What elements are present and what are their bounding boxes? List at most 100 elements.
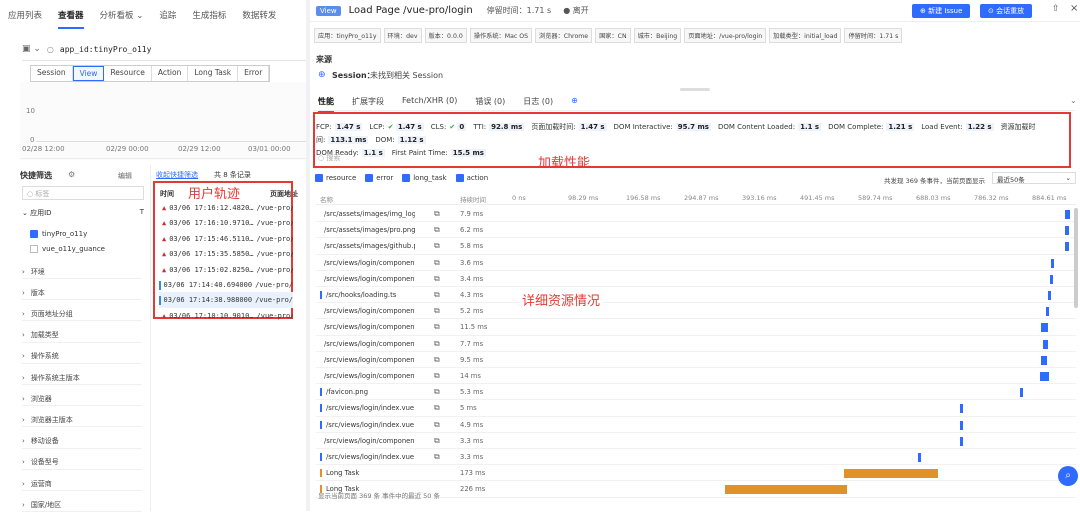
session-replay-button[interactable]: ⊙ 会话重放 — [980, 4, 1033, 18]
resource-row[interactable]: /src/views/login/index.vue ⧉ 3.3 ms — [316, 449, 1076, 466]
app-option[interactable]: vue_o11y_guance — [30, 245, 105, 253]
share-icon[interactable]: ⇧ — [1052, 4, 1060, 14]
checkbox-checked-icon[interactable] — [30, 230, 38, 238]
panel-divider[interactable] — [306, 0, 310, 511]
filter-group[interactable]: › 浏览器主版本 — [22, 413, 142, 428]
resource-row[interactable]: /src/views/login/index.vue ⧉ 4.9 ms — [316, 417, 1076, 433]
resource-row[interactable]: /src/views/login/components… ⧉ 9.5 ms — [316, 352, 1076, 368]
trail-row[interactable]: ▲ 03/06 17:16:10.9710…/vue-pro/ — [159, 215, 293, 231]
collapse-icon[interactable]: ⌄ — [1070, 96, 1077, 105]
copy-icon[interactable]: ⧉ — [434, 387, 440, 397]
query-text[interactable]: app_id:tinyPro_o11y — [60, 45, 152, 54]
limit-select[interactable]: 最近50条 ⌄ — [992, 172, 1076, 184]
filter-funnel-icon[interactable]: T — [140, 208, 144, 222]
trail-row[interactable]: ▲ 03/06 17:15:35.5850…/vue-pro/ — [159, 246, 293, 262]
resource-row[interactable]: /src/views/login/components… ⧉ 11.5 ms — [316, 319, 1076, 336]
tab-action[interactable]: Action — [152, 66, 189, 81]
copy-icon[interactable]: ⧉ — [434, 339, 440, 349]
copy-icon[interactable]: ⧉ — [434, 452, 440, 462]
tab-view[interactable]: View — [72, 66, 105, 81]
collapse-quick-filter[interactable]: 收起快捷筛选 — [156, 170, 198, 180]
app-option[interactable]: tinyPro_o11y — [30, 230, 87, 238]
tab-long-task[interactable]: Long Task — [188, 66, 239, 81]
checkbox-checked-icon[interactable] — [365, 174, 374, 182]
query-mode-icon[interactable]: ▣ ⌄ — [22, 44, 41, 54]
checkbox-checked-icon[interactable] — [455, 174, 464, 182]
copy-icon[interactable]: ⧉ — [434, 274, 440, 284]
filter-group[interactable]: › 操作系统主版本 — [22, 371, 142, 385]
copy-icon[interactable]: ⧉ — [434, 322, 440, 332]
nav-dashboard[interactable]: 分析看板 ⌄ — [100, 9, 144, 21]
checkbox-checked-icon[interactable] — [402, 174, 411, 182]
trail-row[interactable]: ▲ 03/06 17:10:10.9010…/vue-pro/ — [159, 308, 293, 324]
nav-forward[interactable]: 数据转发 — [242, 9, 276, 21]
resource-row[interactable]: /src/assets/images/img_log… ⧉ 7.9 ms — [316, 206, 1076, 223]
filter-group[interactable]: › 设备型号 — [22, 456, 142, 470]
filter-group[interactable]: › 环境 — [22, 265, 142, 279]
tab-error[interactable]: Error — [238, 66, 270, 81]
filter-group[interactable]: › 移动设备 — [22, 435, 142, 449]
quick-filter-settings-icon[interactable]: ⚙ — [68, 170, 75, 179]
edit-link[interactable]: 编辑 — [118, 171, 132, 181]
copy-icon[interactable]: ⧉ — [434, 209, 440, 219]
resource-row[interactable]: /src/views/login/components… ⧉ 5.2 ms — [316, 303, 1076, 320]
resource-row[interactable]: /src/views/login/components… ⧉ 3.3 ms — [316, 433, 1076, 449]
trail-row[interactable]: 03/06 17:14:40.694000/vue-pro/ — [159, 277, 293, 293]
checkbox-icon[interactable] — [30, 245, 38, 253]
trail-row[interactable]: ▲ 03/06 17:15:02.8250…/vue-pro/ — [159, 262, 293, 278]
resource-row[interactable]: /favicon.png ⧉ 5.3 ms — [316, 384, 1076, 401]
type-filter-action[interactable]: action — [455, 174, 488, 182]
type-filter-long_task[interactable]: long_task — [402, 174, 447, 182]
copy-icon[interactable]: ⧉ — [434, 306, 440, 316]
filter-group[interactable]: › 加载类型 — [22, 329, 142, 343]
trail-row[interactable]: ▲ 03/06 17:16:12.4820…/vue-pro/ — [159, 200, 293, 216]
checkbox-checked-icon[interactable] — [315, 174, 323, 182]
copy-icon[interactable]: ⧉ — [434, 290, 440, 300]
resource-row[interactable]: /src/views/login/components… ⧉ 3.4 ms — [316, 271, 1076, 287]
nav-app-list[interactable]: 应用列表 — [8, 9, 42, 21]
resource-row[interactable]: /src/views/login/components… ⧉ 7.7 ms — [316, 336, 1076, 352]
chevron-right-icon: › — [22, 373, 25, 382]
filter-group[interactable]: › 运营商 — [22, 477, 142, 491]
resource-name-text: /src/hooks/loading.ts — [326, 291, 397, 299]
filter-search-input[interactable]: ○ 标签 — [22, 186, 144, 200]
copy-icon[interactable]: ⧉ — [434, 420, 440, 430]
copy-icon[interactable]: ⧉ — [434, 355, 440, 365]
resource-row[interactable]: /src/hooks/loading.ts ⧉ 4.3 ms — [316, 287, 1076, 304]
resource-row[interactable]: /src/views/login/index.vue ⧉ 5 ms — [316, 400, 1076, 417]
resource-row[interactable]: Long Task 173 ms — [316, 465, 1076, 482]
copy-icon[interactable]: ⧉ — [434, 241, 440, 251]
resource-row[interactable]: /src/views/login/components… ⧉ 14 ms — [316, 368, 1076, 385]
copy-icon[interactable]: ⧉ — [434, 225, 440, 235]
copy-icon[interactable]: ⧉ — [434, 371, 440, 381]
copy-icon[interactable]: ⧉ — [434, 258, 440, 268]
filter-group[interactable]: › 浏览器 — [22, 392, 142, 407]
tab-session[interactable]: Session — [31, 66, 73, 81]
resource-row[interactable]: /src/assets/images/pro.png ⧉ 6.2 ms — [316, 222, 1076, 239]
tab-resource[interactable]: Resource — [104, 66, 152, 81]
trail-row[interactable]: ▲ 03/06 17:15:46.5110…/vue-pro/ — [159, 231, 293, 247]
resource-row[interactable]: /src/assets/images/github.png ⧉ 5.8 ms — [316, 238, 1076, 255]
close-icon[interactable]: × — [1070, 3, 1078, 14]
assistant-button[interactable]: ⌕ — [1058, 466, 1078, 486]
nav-explorer[interactable]: 查看器 — [58, 9, 84, 29]
filter-group[interactable]: › 版本 — [22, 286, 142, 301]
nav-trace[interactable]: 追踪 — [159, 9, 176, 21]
copy-icon[interactable]: ⧉ — [434, 403, 440, 413]
trail-row[interactable]: 03/06 17:14:38.988000/vue-pro/ — [159, 292, 293, 309]
drag-handle[interactable] — [680, 88, 710, 91]
type-filter-error[interactable]: error — [365, 174, 393, 182]
attribute-tag: 环境：dev — [383, 28, 422, 43]
resource-row[interactable]: /src/views/login/components… ⧉ 3.6 ms — [316, 255, 1076, 271]
filter-group[interactable]: › 操作系统 — [22, 350, 142, 364]
scrollbar[interactable] — [1074, 208, 1078, 308]
type-filter-resource[interactable]: resource — [315, 174, 356, 182]
filter-group[interactable]: › 国家/地区 — [22, 498, 142, 512]
query-bar[interactable]: ▣ ⌄ ○ app_id:tinyPro_o11y — [22, 40, 310, 58]
copy-icon[interactable]: ⧉ — [434, 436, 440, 446]
new-issue-button[interactable]: ⊕ 新建 Issue — [912, 4, 971, 18]
appid-filter-header[interactable]: ⌄ 应用ID T — [22, 208, 144, 222]
metric-search-input[interactable]: ○ 搜索 — [318, 153, 340, 163]
nav-metrics[interactable]: 生成指标 — [192, 9, 226, 21]
filter-group[interactable]: › 页面地址分组 — [22, 307, 142, 322]
